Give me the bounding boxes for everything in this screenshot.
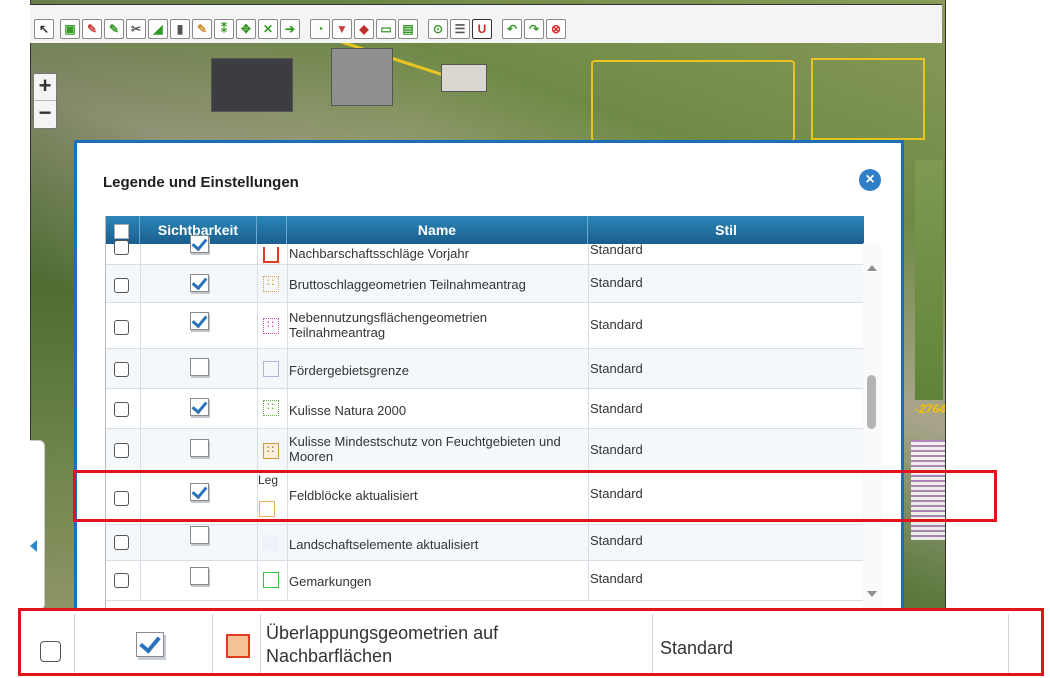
table-row[interactable]: :: Nebennutzungsflächengeometrien Teilna… [106, 303, 864, 349]
export-icon[interactable]: ▤ [398, 19, 418, 39]
visibility-checkbox[interactable] [190, 274, 209, 292]
column-header-style[interactable]: Stil [588, 216, 864, 244]
scroll-up-icon[interactable] [867, 265, 877, 271]
legend-swatch: :: [263, 276, 279, 292]
layer-style: Standard [590, 242, 643, 257]
dialog-title: Legende und Einstellungen [103, 174, 299, 191]
row-select-checkbox[interactable] [114, 573, 129, 588]
layer-list-icon[interactable]: ☰ [450, 19, 470, 39]
table-scrollbar[interactable] [863, 243, 881, 611]
parcel-outline [591, 60, 795, 142]
select-arrow-icon[interactable]: ↖ [34, 19, 54, 39]
layer-name: Kulisse Mindestschutz von Feuchtgebieten… [289, 434, 561, 464]
legend-swatch: :: [263, 443, 279, 459]
visibility-checkbox[interactable] [190, 235, 209, 253]
zoom-out-button[interactable]: − [34, 100, 56, 127]
column-header-name[interactable]: Name [287, 216, 588, 244]
legend-swatch [263, 247, 279, 263]
zoom-in-button[interactable]: + [34, 74, 56, 100]
layer-name: Kulisse Natura 2000 [289, 403, 407, 418]
copy-geometry-icon[interactable]: ⁑ [214, 19, 234, 39]
parcel-outline [811, 58, 925, 140]
cut-icon[interactable]: ✂ [126, 19, 146, 39]
legend-dialog: Legende und Einstellungen × Sichtbarkeit… [74, 140, 904, 611]
layer-name: Nachbarschaftsschläge Vorjahr [289, 246, 469, 261]
legend-swatch [263, 535, 279, 551]
snap-point-icon[interactable]: ⊙ [428, 19, 448, 39]
layer-style: Standard [590, 571, 643, 586]
highlight-box [18, 608, 1044, 676]
table-row[interactable]: Landschaftselemente aktualisiert Standar… [106, 525, 864, 561]
visibility-checkbox[interactable] [190, 526, 209, 544]
side-panel-tab[interactable] [30, 440, 45, 610]
building [211, 58, 293, 112]
coordinate-label: -2764 [915, 402, 946, 416]
move-geometry-icon[interactable]: ✥ [236, 19, 256, 39]
layer-table: Sichtbarkeit Name Stil Nachbarschaftssch… [105, 216, 864, 611]
scroll-thumb[interactable] [867, 375, 876, 429]
delete-icon[interactable]: ▮ [170, 19, 190, 39]
visibility-checkbox[interactable] [190, 439, 209, 457]
layer-name: Nebennutzungsflächengeometrien Teilnahme… [289, 310, 488, 340]
layer-name: Bruttoschlaggeometrien Teilnahmeantrag [289, 277, 526, 292]
cancel-icon[interactable]: ⊗ [546, 19, 566, 39]
layer-name: Fördergebietsgrenze [289, 363, 409, 378]
row-select-checkbox[interactable] [114, 402, 129, 417]
import-icon[interactable]: ▼ [332, 19, 352, 39]
layer-style: Standard [590, 361, 643, 376]
layer-style: Standard [590, 533, 643, 548]
visibility-checkbox[interactable] [190, 398, 209, 416]
row-select-checkbox[interactable] [114, 240, 129, 255]
map-toolbar: ↖ ▣ ✎ ✎ ✂ ◢ ▮ ✎ ⁑ ✥ ✕ ➔ ◔ ▼ ◆ ▭ ▤ ⊙ ☰ U … [30, 4, 942, 43]
edit-vertices-icon[interactable]: ✎ [82, 19, 102, 39]
row-select-checkbox[interactable] [114, 278, 129, 293]
visibility-checkbox[interactable] [190, 312, 209, 330]
table-row[interactable]: :: Kulisse Natura 2000 Standard [106, 389, 864, 429]
edit-shape-icon[interactable]: ✎ [104, 19, 124, 39]
split-icon[interactable]: ✎ [192, 19, 212, 39]
layer-style: Standard [590, 275, 643, 290]
column-header-legend [257, 216, 287, 244]
legend-swatch [263, 361, 279, 377]
row-select-checkbox[interactable] [114, 535, 129, 550]
layer-style: Standard [590, 317, 643, 332]
select-all-checkbox[interactable] [114, 224, 129, 239]
magnet-icon[interactable]: U [472, 19, 492, 39]
merge-icon[interactable]: ✕ [258, 19, 278, 39]
add-area-icon[interactable]: ◢ [148, 19, 168, 39]
table-row[interactable]: Nachbarschaftsschläge Vorjahr Standard [106, 235, 864, 265]
table-row[interactable]: Gemarkungen Standard [106, 561, 864, 601]
table-row[interactable]: :: Bruttoschlaggeometrien Teilnahmeantra… [106, 265, 864, 303]
table-row[interactable]: Fördergebietsgrenze Standard [106, 349, 864, 389]
zoom-control: + − [33, 73, 57, 129]
table-row[interactable]: :: Kulisse Mindestschutz von Feuchtgebie… [106, 429, 864, 471]
undo-icon[interactable]: ↶ [502, 19, 522, 39]
row-select-checkbox[interactable] [114, 443, 129, 458]
row-select-checkbox[interactable] [114, 362, 129, 377]
layer-name: Landschaftselemente aktualisiert [289, 537, 479, 552]
legend-swatch: :: [263, 400, 279, 416]
draw-polygon-icon[interactable]: ▣ [60, 19, 80, 39]
building [441, 64, 487, 92]
close-icon[interactable]: × [859, 169, 881, 191]
table-header: Sichtbarkeit Name Stil [106, 216, 864, 244]
layer-style: Standard [590, 401, 643, 416]
measure-icon[interactable]: ▭ [376, 19, 396, 39]
scroll-down-icon[interactable] [867, 591, 877, 597]
legend-swatch: :: [263, 318, 279, 334]
zoom-area-icon[interactable]: ◔ [310, 19, 330, 39]
layer-style: Standard [590, 442, 643, 457]
visibility-checkbox[interactable] [190, 358, 209, 376]
highlight-box [73, 470, 997, 522]
map-field [915, 160, 943, 400]
redo-icon[interactable]: ↷ [524, 19, 544, 39]
collapse-arrow-icon[interactable] [30, 540, 37, 552]
layer-name: Gemarkungen [289, 574, 372, 589]
legend-swatch [263, 572, 279, 588]
visibility-checkbox[interactable] [190, 567, 209, 585]
building [331, 48, 393, 106]
fill-icon[interactable]: ◆ [354, 19, 374, 39]
row-select-checkbox[interactable] [114, 320, 129, 335]
transfer-icon[interactable]: ➔ [280, 19, 300, 39]
